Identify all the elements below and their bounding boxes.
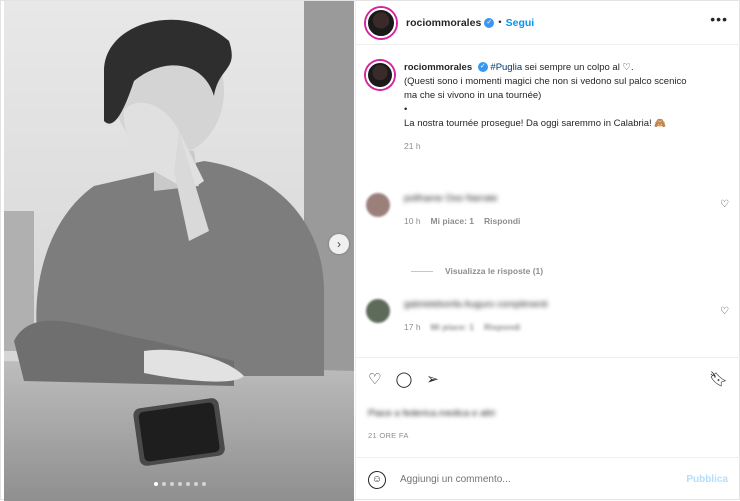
carousel-dot <box>154 482 158 486</box>
post-header: rociommorales ✓ • Segui ••• <box>356 1 740 45</box>
publish-button[interactable]: Pubblica <box>686 474 728 485</box>
carousel-dot <box>186 482 190 486</box>
carousel-dot <box>162 482 166 486</box>
caption-bullet: • <box>404 104 408 115</box>
comment-item: gabrielebonfa Auguro complimenti 17 h Mi… <box>366 299 736 332</box>
reply-button[interactable]: Rispondi <box>484 322 520 332</box>
carousel-dot <box>194 482 198 486</box>
carousel-dot <box>202 482 206 486</box>
comment-avatar[interactable] <box>366 193 390 217</box>
hashtag-link[interactable]: #Puglia <box>490 62 522 73</box>
heart-icon[interactable]: ♡ <box>368 372 381 387</box>
view-replies-label: Visualizza le risposte (1) <box>445 266 544 276</box>
comment-item: polihame Ooo Narrate 10 h Mi piace: 1 Ri… <box>366 193 736 226</box>
comment-text: gabrielebonfa Auguro complimenti <box>404 299 548 310</box>
post-photo[interactable]: › <box>4 1 354 501</box>
view-replies-button[interactable]: Visualizza le risposte (1) <box>411 266 543 276</box>
emoji-icon[interactable]: ☺ <box>368 470 386 489</box>
photo-image <box>4 1 354 501</box>
caption-line-1: sei sempre un colpo al ♡. <box>524 62 634 73</box>
chevron-right-icon: › <box>337 237 341 251</box>
like-comment-heart-icon[interactable]: ♡ <box>720 306 729 317</box>
share-icon[interactable]: ➢ <box>426 372 439 387</box>
instagram-post-frame: › rociommorales ✓ • Segui ••• rociommora <box>0 0 740 501</box>
header-separator: • <box>498 17 502 28</box>
caption-line-2: (Questi sono i momenti magici che non si… <box>404 76 687 87</box>
comment-input[interactable] <box>400 474 670 485</box>
comment-body: gabrielebonfa Auguro complimenti 17 h Mi… <box>404 299 548 332</box>
caption-time[interactable]: 21 h <box>404 139 724 153</box>
comment-icon[interactable]: ◯ <box>395 372 412 387</box>
comment-text: polihame Ooo Narrate <box>404 193 498 204</box>
posted-time[interactable]: 21 ORE FA <box>368 431 409 440</box>
add-comment-bar: ☺ Pubblica <box>356 457 740 501</box>
comment-body: polihame Ooo Narrate 10 h Mi piace: 1 Ri… <box>404 193 520 226</box>
post-details-panel: rociommorales ✓ • Segui ••• rociommorale… <box>355 1 740 501</box>
caption-username[interactable]: rociommorales <box>404 62 472 73</box>
follow-button[interactable]: Segui <box>506 17 535 29</box>
comment-avatar[interactable] <box>366 299 390 323</box>
next-photo-button[interactable]: › <box>329 234 349 254</box>
caption-line-3: ma che si vivono in una tournée) <box>404 90 542 101</box>
caption-body: rociommorales ✓ #Puglia sei sempre un co… <box>404 61 724 153</box>
avatar[interactable] <box>366 7 396 38</box>
verified-badge-icon: ✓ <box>477 62 488 73</box>
reply-button[interactable]: Rispondi <box>484 216 520 226</box>
comment-likes[interactable]: Mi piace: 1 <box>431 322 474 332</box>
comment-time[interactable]: 17 h <box>404 322 421 332</box>
action-icons: ♡ ◯ ➢ <box>368 372 439 387</box>
caption: rociommorales ✓ #Puglia sei sempre un co… <box>366 61 736 153</box>
comment-likes[interactable]: Mi piace: 1 <box>431 216 474 226</box>
liked-by[interactable]: Piace a federica.medica e altri <box>368 408 495 419</box>
post-actions: ♡ ◯ ➢ 🔖︎ Piace a federica.medica e altri… <box>356 357 740 447</box>
carousel-indicator <box>154 482 206 486</box>
caption-line-4: La nostra tournée prosegue! Da oggi sare… <box>404 118 667 129</box>
header-username[interactable]: rociommorales <box>406 17 481 29</box>
comment-time[interactable]: 10 h <box>404 216 421 226</box>
like-comment-heart-icon[interactable]: ♡ <box>720 199 729 210</box>
comment-meta: 17 h Mi piace: 1 Rispondi <box>404 322 548 332</box>
carousel-dot <box>178 482 182 486</box>
caption-avatar[interactable] <box>366 61 394 89</box>
replies-divider <box>411 270 433 272</box>
comment-meta: 10 h Mi piace: 1 Rispondi <box>404 216 520 226</box>
more-icon[interactable]: ••• <box>710 11 728 27</box>
bookmark-icon[interactable]: 🔖︎ <box>709 372 728 387</box>
verified-badge-icon: ✓ <box>484 17 495 28</box>
carousel-dot <box>170 482 174 486</box>
